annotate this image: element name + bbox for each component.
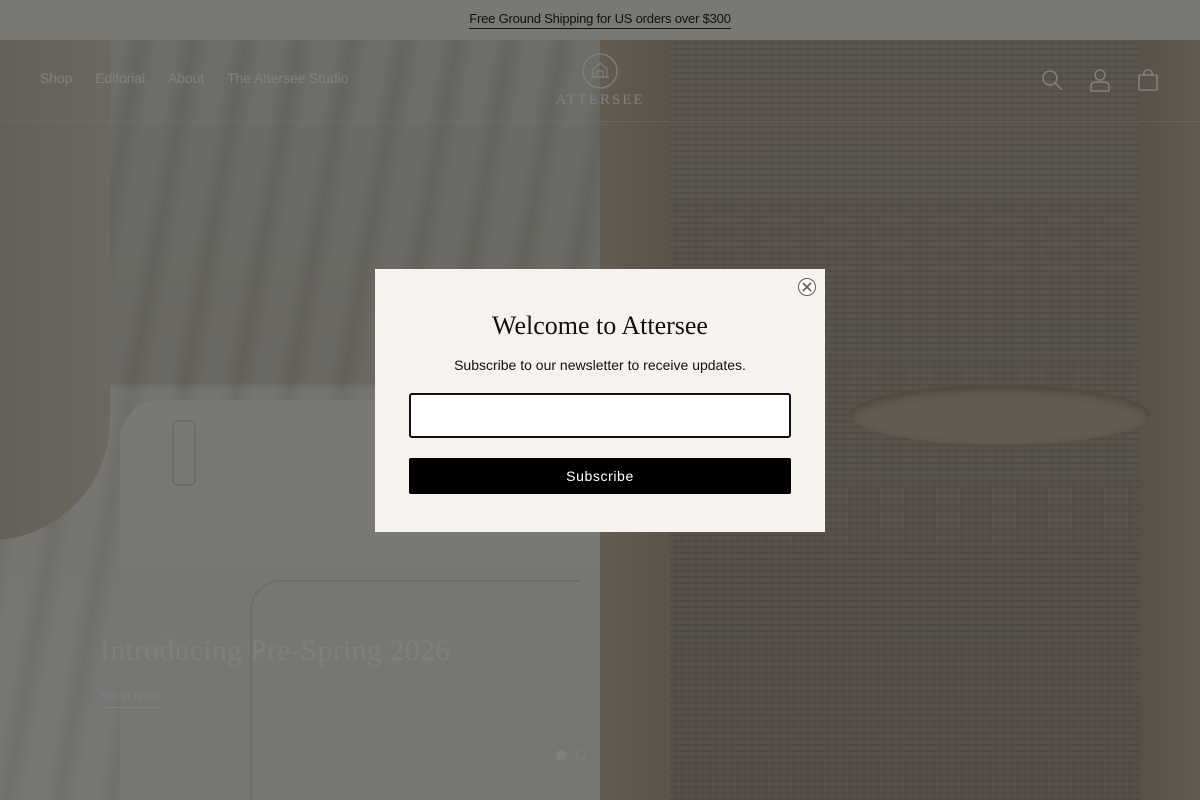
modal-title: Welcome to Attersee <box>492 311 708 340</box>
close-icon[interactable] <box>798 278 816 296</box>
newsletter-modal: Welcome to Attersee Subscribe to our new… <box>375 269 825 532</box>
email-input[interactable] <box>409 393 791 438</box>
subscribe-button[interactable]: Subscribe <box>409 458 791 494</box>
modal-subtitle: Subscribe to our newsletter to receive u… <box>454 357 746 373</box>
